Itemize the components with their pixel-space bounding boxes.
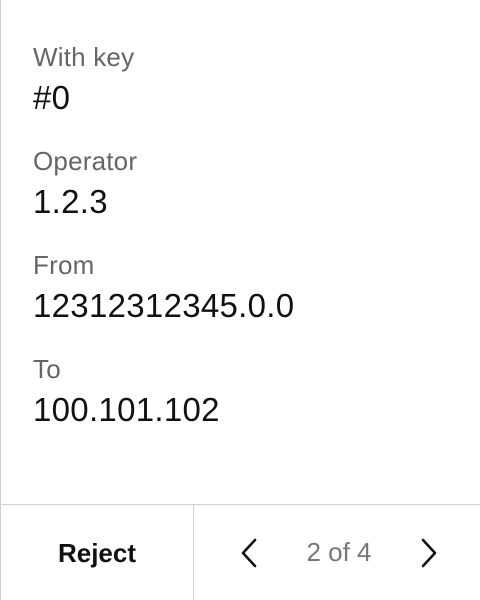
field-value: 100.101.102 (33, 391, 220, 428)
field-value: 12312312345.0.0 (33, 287, 295, 324)
field-label: With key (33, 42, 135, 72)
field-value: #0 (33, 79, 71, 116)
footer-bar: Reject 2 of 4 (1, 504, 480, 600)
chevron-left-icon[interactable] (232, 536, 266, 570)
reject-button[interactable]: Reject (1, 505, 194, 600)
field-label: From (33, 250, 95, 280)
field-value: 1.2.3 (33, 183, 108, 220)
chevron-right-icon[interactable] (412, 536, 446, 570)
reject-button-label: Reject (57, 537, 137, 568)
field-with-key: With key #0 (33, 42, 480, 146)
details-list: With key #0 Operator 1.2.3 From 12312312… (1, 0, 480, 458)
field-label: To (33, 354, 61, 384)
pagination: 2 of 4 (194, 505, 480, 600)
transaction-details-panel: With key #0 Operator 1.2.3 From 12312312… (0, 0, 480, 600)
field-to: To 100.101.102 (33, 354, 480, 458)
field-operator: Operator 1.2.3 (33, 146, 480, 250)
page-indicator: 2 of 4 (306, 537, 372, 567)
field-label: Operator (33, 146, 138, 176)
field-from: From 12312312345.0.0 (33, 250, 480, 354)
